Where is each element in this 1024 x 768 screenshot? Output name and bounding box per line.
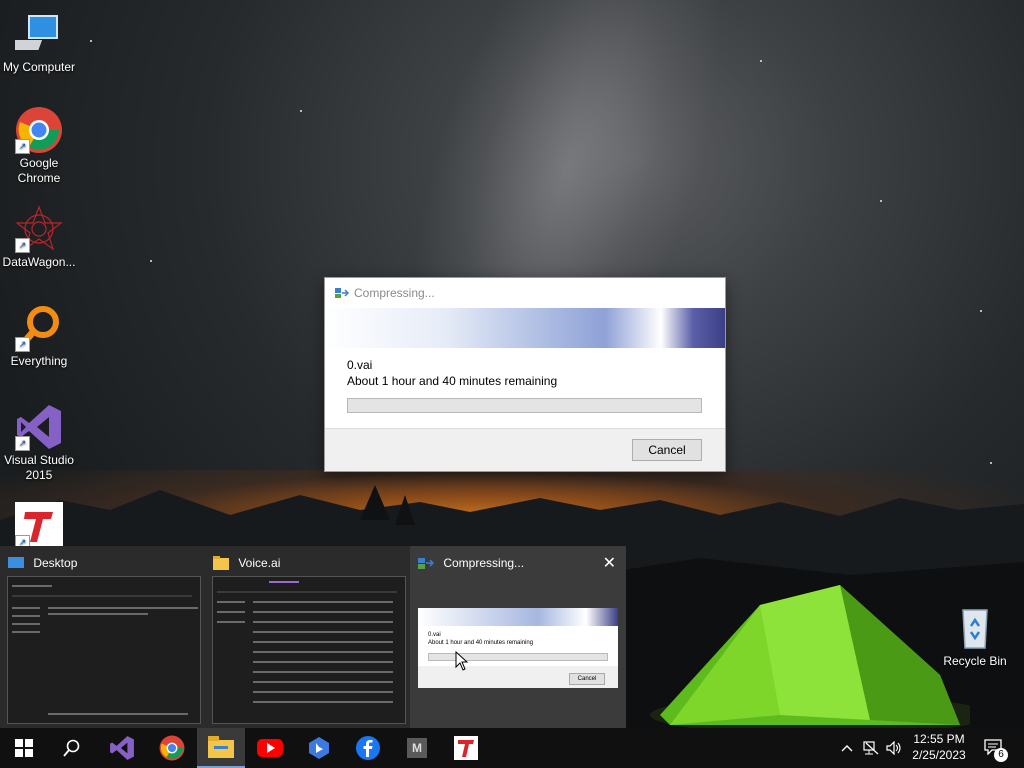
desktop-icon-label: Everything bbox=[10, 354, 68, 368]
m-app-icon: M bbox=[407, 738, 427, 758]
cancel-button[interactable]: Cancel bbox=[632, 439, 702, 461]
clock-date: 2/25/2023 bbox=[912, 748, 966, 762]
start-button[interactable] bbox=[0, 728, 48, 768]
taskbar-file-explorer[interactable] bbox=[197, 728, 245, 768]
dialog-banner bbox=[325, 308, 725, 348]
dialog-titlebar[interactable]: Compressing... bbox=[325, 278, 725, 308]
time-remaining: About 1 hour and 40 minutes remaining bbox=[347, 374, 558, 388]
mini-file-name: 0.vai bbox=[428, 632, 441, 638]
progress-bar bbox=[347, 398, 702, 413]
shortcut-arrow-icon: ↗ bbox=[15, 436, 30, 451]
recycle-bin-icon bbox=[951, 604, 999, 652]
mini-time-remaining: About 1 hour and 40 minutes remaining bbox=[428, 640, 534, 646]
network-icon bbox=[863, 741, 879, 755]
show-hidden-icons[interactable] bbox=[838, 728, 856, 768]
mouse-cursor-icon bbox=[455, 651, 469, 671]
task-card-title: Compressing... bbox=[443, 555, 525, 570]
dialog-title: Compressing... bbox=[354, 286, 435, 300]
task-card-desktop[interactable]: Desktop bbox=[0, 546, 205, 728]
taskbar-red-t-app[interactable] bbox=[442, 728, 490, 768]
desktop-icon-visual-studio[interactable]: ↗ Visual Studio 2015 bbox=[0, 403, 78, 483]
taskbar: M 12:55 PM 2/25/2023 6 bbox=[0, 728, 1024, 768]
task-card-voice-ai[interactable]: Voice.ai bbox=[205, 546, 410, 728]
volume-tray[interactable] bbox=[884, 728, 904, 768]
task-card-compressing[interactable]: Compressing... ✕ 0.vai About 1 hour and … bbox=[410, 546, 626, 728]
chrome-icon: ↗ bbox=[15, 106, 63, 154]
visual-studio-icon bbox=[110, 736, 134, 760]
desktop-icon-label: Recycle Bin bbox=[943, 654, 1007, 668]
search-button[interactable] bbox=[48, 728, 96, 768]
taskbar-visual-studio[interactable] bbox=[98, 728, 146, 768]
desktop-icon-label: Google Chrome bbox=[17, 156, 61, 185]
file-name: 0.vai bbox=[347, 358, 373, 372]
taskbar-chrome[interactable] bbox=[148, 728, 196, 768]
network-tray[interactable] bbox=[861, 728, 881, 768]
desktop-icon-label: My Computer bbox=[2, 60, 76, 74]
clock-time: 12:55 PM bbox=[913, 732, 965, 746]
youtube-icon bbox=[257, 739, 283, 757]
chevron-up-icon bbox=[841, 745, 853, 752]
window-thumbnail bbox=[212, 576, 406, 724]
desktop-icon-red-t-app[interactable]: ↗ bbox=[0, 502, 78, 552]
search-icon bbox=[63, 739, 80, 757]
taskbar-youtube[interactable] bbox=[246, 728, 294, 768]
task-card-title: Voice.ai bbox=[238, 555, 281, 570]
desktop-icon-datawagon[interactable]: ↗ DataWagon... bbox=[0, 205, 78, 270]
compress-icon bbox=[335, 288, 349, 298]
window-thumbnail: 0.vai About 1 hour and 40 minutes remain… bbox=[418, 608, 618, 688]
desktop-icon-everything[interactable]: ↗ Everything bbox=[0, 304, 78, 369]
taskbar-facebook[interactable] bbox=[344, 728, 392, 768]
desktop-icon-recycle-bin[interactable]: Recycle Bin bbox=[936, 604, 1014, 669]
bing-icon bbox=[309, 737, 329, 759]
file-explorer-icon bbox=[208, 736, 234, 758]
desktop-icon-google-chrome[interactable]: ↗ Google Chrome bbox=[0, 106, 78, 186]
action-center[interactable]: 6 bbox=[980, 728, 1010, 768]
task-switcher: Desktop Voice.ai Compressing... ✕ 0.vai … bbox=[0, 546, 626, 728]
window-thumbnail bbox=[7, 576, 201, 724]
mini-cancel-button: Cancel bbox=[569, 673, 605, 685]
datawagon-icon: ↗ bbox=[15, 205, 63, 253]
speaker-icon bbox=[886, 741, 901, 755]
dialog-footer: Cancel bbox=[325, 428, 725, 471]
start-icon bbox=[15, 739, 33, 757]
task-card-title: Desktop bbox=[33, 555, 78, 570]
desktop-icon bbox=[8, 556, 24, 568]
facebook-icon bbox=[356, 736, 380, 760]
clock[interactable]: 12:55 PM 2/25/2023 bbox=[906, 728, 972, 768]
taskbar-bing[interactable] bbox=[295, 728, 343, 768]
desktop-icon-label: Visual Studio 2015 bbox=[4, 453, 74, 482]
folder-icon bbox=[213, 555, 229, 570]
chrome-icon bbox=[159, 735, 185, 761]
close-icon[interactable]: ✕ bbox=[603, 553, 616, 573]
everything-search-icon: ↗ bbox=[15, 304, 63, 352]
shortcut-arrow-icon: ↗ bbox=[15, 337, 30, 352]
notification-count-badge: 6 bbox=[994, 748, 1008, 762]
desktop-icon-my-computer[interactable]: My Computer bbox=[0, 10, 78, 75]
shortcut-arrow-icon: ↗ bbox=[15, 139, 30, 154]
dialog-body: 0.vai About 1 hour and 40 minutes remain… bbox=[325, 348, 725, 428]
shortcut-arrow-icon: ↗ bbox=[15, 238, 30, 253]
compress-icon bbox=[418, 557, 434, 569]
visual-studio-icon: ↗ bbox=[15, 403, 63, 451]
compressing-dialog: Compressing... 0.vai About 1 hour and 40… bbox=[324, 277, 726, 472]
desktop-icon-label: DataWagon... bbox=[2, 255, 76, 269]
red-t-app-icon bbox=[454, 736, 478, 760]
computer-icon bbox=[8, 10, 63, 58]
green-tent bbox=[650, 585, 970, 728]
taskbar-m-app[interactable]: M bbox=[393, 728, 441, 768]
red-t-app-icon: ↗ bbox=[15, 502, 63, 550]
